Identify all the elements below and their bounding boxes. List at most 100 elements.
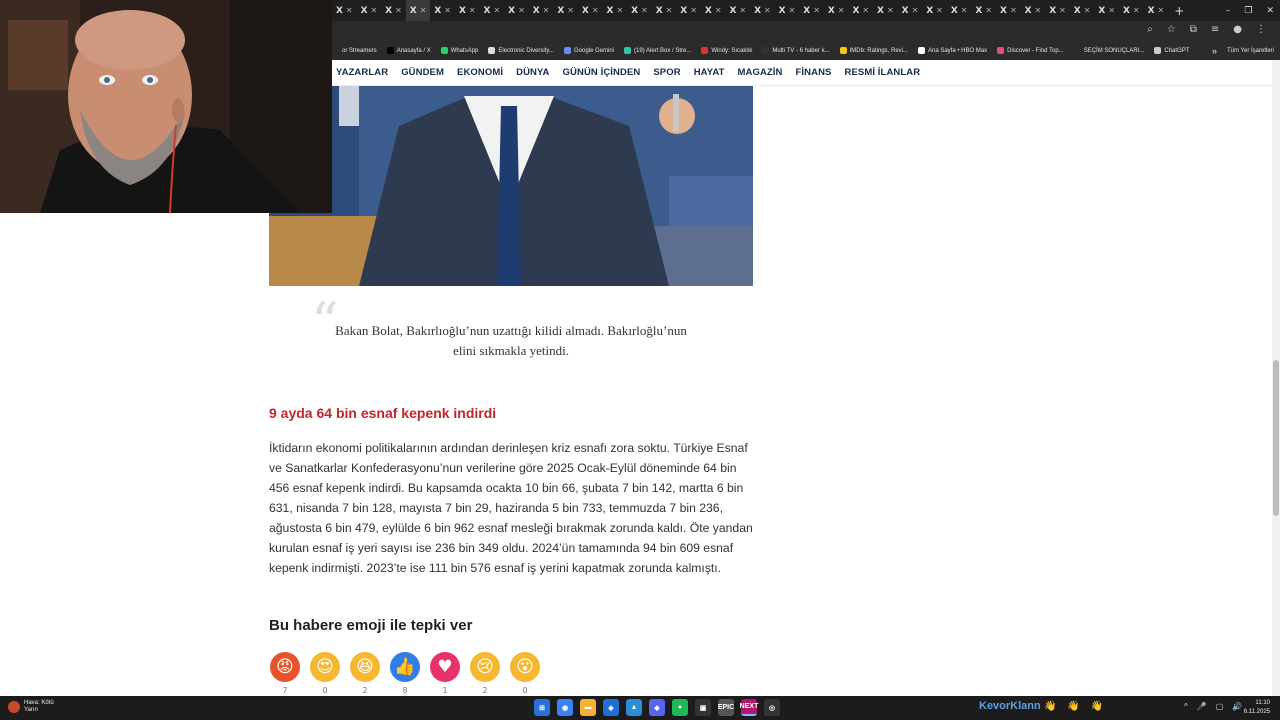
bookmark-item[interactable]: Discover - Find Top... [997, 47, 1064, 54]
bookmark-item[interactable]: Electronic Diversity... [488, 47, 554, 54]
browser-tab[interactable]: X ✕ [1045, 0, 1070, 21]
tab-close-icon[interactable]: ✕ [961, 6, 968, 15]
heart-emoji-icon[interactable]: ♥ [430, 652, 460, 682]
tab-close-icon[interactable]: ✕ [1158, 6, 1165, 15]
bookmark-item[interactable]: WhatsApp [440, 47, 478, 54]
browser-tab[interactable]: X ✕ [652, 0, 677, 21]
nav-item[interactable]: MAGAZİN [737, 67, 782, 78]
bookmarks-overflow-button[interactable]: » [1212, 46, 1217, 56]
browser-tab[interactable]: X ✕ [971, 0, 996, 21]
clock[interactable]: 11:10 6.11.2025 [1244, 699, 1270, 717]
bookmark-item[interactable]: Ana Sayfa • HBO Max [918, 47, 987, 54]
bookmark-item[interactable]: (19) Alert Box / Stre... [624, 47, 691, 54]
laugh-emoji-icon[interactable]: 😆 [350, 652, 380, 682]
browser-tab[interactable]: X ✕ [504, 0, 529, 21]
angry-emoji-icon[interactable]: 😡 [270, 652, 300, 682]
reaction-heart[interactable]: ♥ 1 [429, 652, 461, 695]
tab-close-icon[interactable]: ✕ [592, 6, 599, 15]
nav-item[interactable]: GÜNÜN İÇİNDEN [563, 67, 641, 78]
tab-close-icon[interactable]: ✕ [616, 6, 623, 15]
browser-tab[interactable]: X ✕ [1021, 0, 1046, 21]
tab-close-icon[interactable]: ✕ [715, 6, 722, 15]
all-bookmarks-folder[interactable]: Tüm Yer İşaretleri [1227, 48, 1274, 54]
tab-close-icon[interactable]: ✕ [1059, 6, 1066, 15]
browser-tab[interactable]: X ✕ [578, 0, 603, 21]
browser-tab[interactable]: X ✕ [529, 0, 554, 21]
tab-close-icon[interactable]: ✕ [567, 6, 574, 15]
browser-tab[interactable]: X ✕ [627, 0, 652, 21]
tab-close-icon[interactable]: ✕ [346, 6, 353, 15]
bookmark-item[interactable]: Windy: Sıcaklık [701, 47, 752, 54]
tab-close-icon[interactable]: ✕ [789, 6, 796, 15]
browser-tab[interactable]: X ✕ [676, 0, 701, 21]
browser-tab[interactable]: X ✕ [824, 0, 849, 21]
zoom-icon[interactable]: ⌕ [1147, 24, 1153, 35]
browser-tab[interactable]: X ✕ [357, 0, 382, 21]
reaction-angry[interactable]: 😡 7 [269, 652, 301, 695]
tab-close-icon[interactable]: ✕ [543, 6, 550, 15]
browser-tab[interactable]: X ✕ [603, 0, 628, 21]
tab-close-icon[interactable]: ✕ [371, 6, 378, 15]
reaction-laugh[interactable]: 😆 2 [349, 652, 381, 695]
browser-tab[interactable]: X ✕ [381, 0, 406, 21]
tab-close-icon[interactable]: ✕ [518, 6, 525, 15]
bookmark-item[interactable]: ChatGPT [1154, 47, 1189, 54]
tab-close-icon[interactable]: ✕ [1010, 6, 1017, 15]
volume-icon[interactable]: 🔊 [1232, 702, 1242, 711]
browser-tab[interactable]: X ✕ [996, 0, 1021, 21]
tab-close-icon[interactable]: ✕ [739, 6, 746, 15]
minimize-button[interactable]: – [1226, 6, 1231, 16]
browser-tab[interactable]: X ✕ [701, 0, 726, 21]
bookmark-item[interactable]: or Streamers [332, 47, 377, 54]
browser-tab[interactable]: X ✕ [553, 0, 578, 21]
taskbar-app-icon[interactable]: ◆ [649, 699, 665, 716]
browser-tab[interactable]: X ✕ [1070, 0, 1095, 21]
tab-close-icon[interactable]: ✕ [887, 6, 894, 15]
nav-item[interactable]: SPOR [653, 67, 680, 78]
browser-tab[interactable]: X ✕ [430, 0, 455, 21]
menu-icon[interactable]: ⋮ [1256, 24, 1266, 35]
tab-close-icon[interactable]: ✕ [666, 6, 673, 15]
reaction-wow[interactable]: 😮 0 [509, 652, 541, 695]
browser-tab[interactable]: X ✕ [455, 0, 480, 21]
tab-close-icon[interactable]: ✕ [1084, 6, 1091, 15]
bookmark-item[interactable]: Anasayfa / X [386, 47, 431, 54]
browser-tab[interactable]: X ✕ [750, 0, 775, 21]
browser-tab[interactable]: X ✕ [873, 0, 898, 21]
browser-tab[interactable]: X ✕ [1094, 0, 1119, 21]
browser-tab[interactable]: X ✕ [898, 0, 923, 21]
extensions-icon[interactable]: ⧉ [1190, 24, 1197, 35]
bookmark-item[interactable]: SEÇİM SONUÇLARI... [1073, 47, 1144, 54]
taskbar-app-icon[interactable]: NEXT [740, 699, 758, 716]
tab-close-icon[interactable]: ✕ [469, 6, 476, 15]
taskbar-app-icon[interactable]: EPIC [718, 699, 734, 716]
display-icon[interactable]: ▢ [1216, 702, 1224, 711]
browser-tab[interactable]: X ✕ [848, 0, 873, 21]
tab-close-icon[interactable]: ✕ [1133, 6, 1140, 15]
sad-emoji-icon[interactable]: 😢 [470, 652, 500, 682]
reaction-sad[interactable]: 😢 2 [469, 652, 501, 695]
show-hidden-icons[interactable]: ^ [1184, 702, 1188, 711]
nav-item[interactable]: EKONOMİ [457, 67, 503, 78]
taskbar-app-icon[interactable]: ▬ [580, 699, 596, 716]
tab-close-icon[interactable]: ✕ [493, 6, 500, 15]
taskbar-app-icon[interactable]: ▲ [626, 699, 642, 716]
nav-item[interactable]: DÜNYA [516, 67, 549, 78]
like-emoji-icon[interactable]: 👍 [390, 652, 420, 682]
tab-close-icon[interactable]: ✕ [641, 6, 648, 15]
browser-tab[interactable]: X ✕ [922, 0, 947, 21]
browser-tab[interactable]: X ✕ [332, 0, 357, 21]
tab-close-icon[interactable]: ✕ [936, 6, 943, 15]
tab-close-icon[interactable]: ✕ [690, 6, 697, 15]
tab-close-icon[interactable]: ✕ [985, 6, 992, 15]
restore-button[interactable]: ❐ [1244, 6, 1252, 16]
taskbar-app-icon[interactable]: ◎ [764, 699, 780, 716]
tab-close-icon[interactable]: ✕ [764, 6, 771, 15]
browser-tab[interactable]: X ✕ [480, 0, 505, 21]
love-eyes-emoji-icon[interactable]: 😍 [310, 652, 340, 682]
bookmark-item[interactable]: Multi TV - 6 haber k... [762, 47, 830, 54]
nav-item[interactable]: RESMİ İLANLAR [844, 67, 920, 78]
tab-close-icon[interactable]: ✕ [1035, 6, 1042, 15]
reaction-love-eyes[interactable]: 😍 0 [309, 652, 341, 695]
tab-close-icon[interactable]: ✕ [862, 6, 869, 15]
